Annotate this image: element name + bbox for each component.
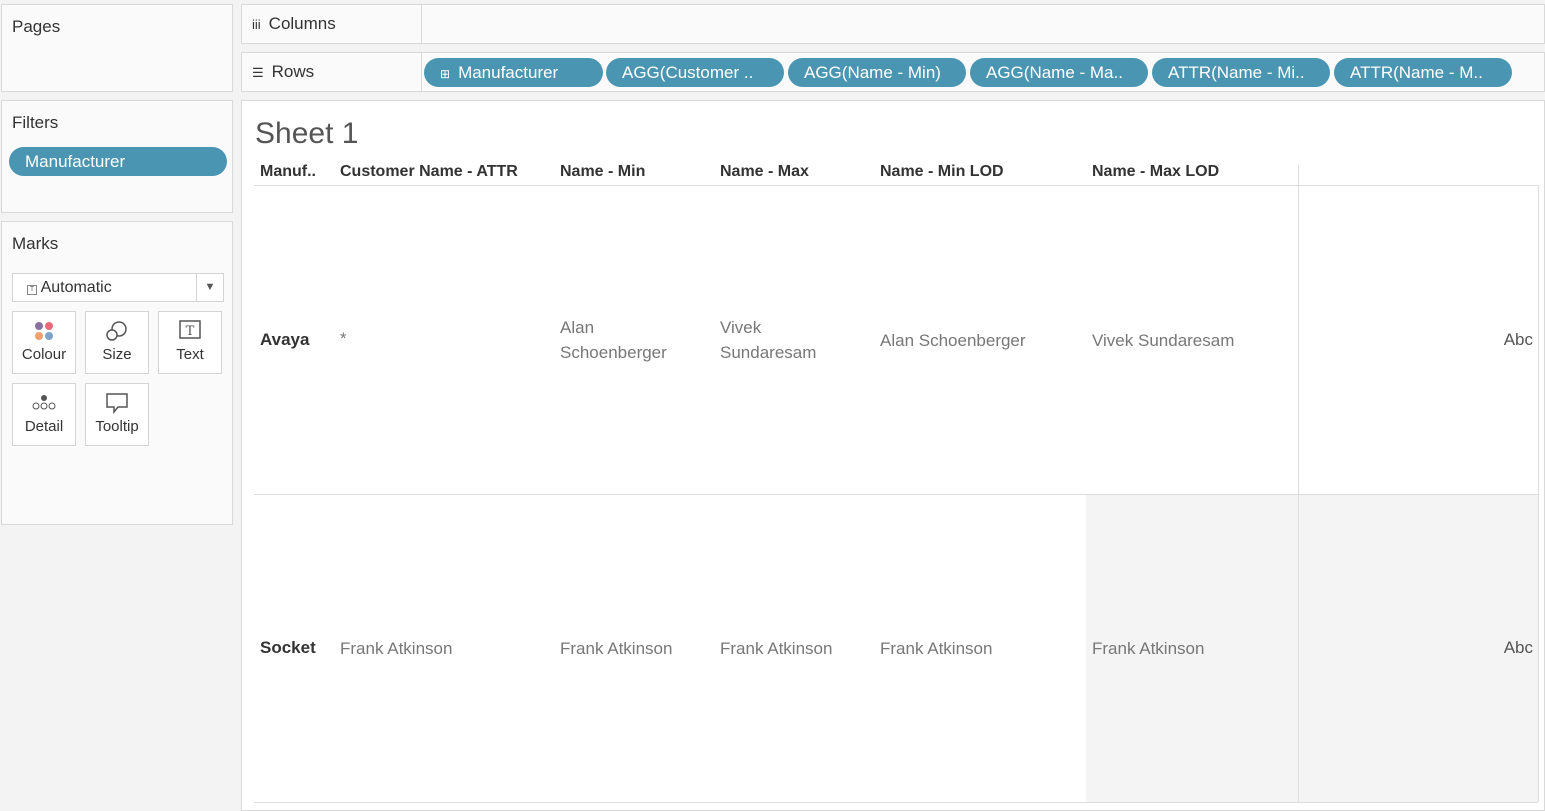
colour-label: Colour: [21, 346, 67, 363]
text-mark-icon: T: [27, 285, 37, 295]
row-pill-attr-name-max[interactable]: ATTR(Name - M..: [1334, 58, 1512, 87]
row-manufacturer[interactable]: Avaya: [260, 330, 309, 350]
cell-name-min: Frank Atkinson: [560, 639, 673, 658]
detail-icon: [13, 384, 75, 418]
tooltip-label: Tooltip: [95, 418, 139, 435]
marks-title: Marks: [12, 234, 59, 253]
pane-divider: [1298, 165, 1299, 802]
row-pill-agg-customer[interactable]: AGG(Customer ..: [606, 58, 784, 87]
header-name-min-lod[interactable]: Name - Min LOD: [880, 163, 1004, 181]
header-manufacturer[interactable]: Manuf..: [260, 163, 316, 181]
cell-name-max-lod: Vivek Sundaresam: [1092, 331, 1235, 350]
tooltip-icon: [86, 384, 148, 418]
cell-name-max: Frank Atkinson: [720, 639, 833, 658]
header-name-max[interactable]: Name - Max: [720, 163, 809, 181]
colour-card[interactable]: Colour: [12, 311, 76, 374]
text-icon: T: [159, 312, 221, 346]
text-card[interactable]: T Text: [158, 311, 222, 374]
cell-customer: *: [340, 329, 347, 348]
cell-name-min-lod: Alan Schoenberger: [880, 331, 1026, 350]
row-pill-attr-name-min[interactable]: ATTR(Name - Mi..: [1152, 58, 1330, 87]
size-card[interactable]: Size: [85, 311, 149, 374]
pages-panel: Pages: [1, 4, 233, 92]
cell-abc: Abc: [1503, 330, 1533, 349]
filters-title: Filters: [12, 113, 59, 132]
cell-name-max-lod: Frank Atkinson: [1092, 639, 1205, 658]
size-icon: [86, 312, 148, 346]
mark-type-label: Automatic: [40, 279, 112, 296]
marks-panel: Marks T Automatic ▼ Colour Size T Text D…: [1, 221, 233, 525]
cell-customer: Frank Atkinson: [340, 639, 453, 658]
columns-shelf[interactable]: iii Columns: [241, 4, 1545, 44]
rows-text: Rows: [271, 62, 315, 81]
header-name-max-lod[interactable]: Name - Max LOD: [1092, 163, 1219, 181]
pages-title: Pages: [12, 17, 61, 36]
cell-name-min: Alan Schoenberger: [560, 318, 667, 362]
right-border: [1538, 185, 1539, 802]
filter-pill-manufacturer[interactable]: Manufacturer: [9, 147, 227, 176]
columns-label: iii Columns: [242, 5, 422, 43]
text-label: Text: [176, 346, 204, 363]
size-label: Size: [102, 346, 132, 363]
mark-type-dropdown[interactable]: T Automatic ▼: [12, 273, 224, 302]
row-pill-manufacturer[interactable]: ⊞ Manufacturer: [424, 58, 603, 87]
row-pill-agg-name-max[interactable]: AGG(Name - Ma..: [970, 58, 1148, 87]
colour-icon: [13, 312, 75, 346]
header-name-min[interactable]: Name - Min: [560, 163, 645, 181]
cell-name-min-lod: Frank Atkinson: [880, 639, 993, 658]
cell-name-max: Vivek Sundaresam: [720, 318, 817, 362]
bottom-divider: [254, 802, 1538, 803]
row-pill-agg-name-min[interactable]: AGG(Name - Min): [788, 58, 966, 87]
filters-panel: Filters Manufacturer: [1, 100, 233, 213]
row-divider: [254, 494, 1538, 495]
detail-label: Detail: [24, 418, 64, 435]
header-divider: [254, 185, 1538, 186]
columns-icon: iii: [252, 17, 261, 32]
rows-icon: ☰: [252, 65, 264, 80]
chevron-down-icon: ▼: [196, 274, 223, 301]
rows-label: ☰ Rows: [242, 53, 422, 91]
tooltip-card[interactable]: Tooltip: [85, 383, 149, 446]
pill-label: Manufacturer: [458, 63, 559, 82]
svg-text:T: T: [186, 324, 195, 339]
row-manufacturer[interactable]: Socket: [260, 638, 316, 658]
cell-abc: Abc: [1503, 638, 1533, 657]
expand-icon: ⊞: [440, 67, 451, 81]
sheet-title: Sheet 1: [255, 117, 359, 150]
detail-card[interactable]: Detail: [12, 383, 76, 446]
columns-text: Columns: [268, 14, 336, 33]
header-customer[interactable]: Customer Name - ATTR: [340, 163, 518, 181]
